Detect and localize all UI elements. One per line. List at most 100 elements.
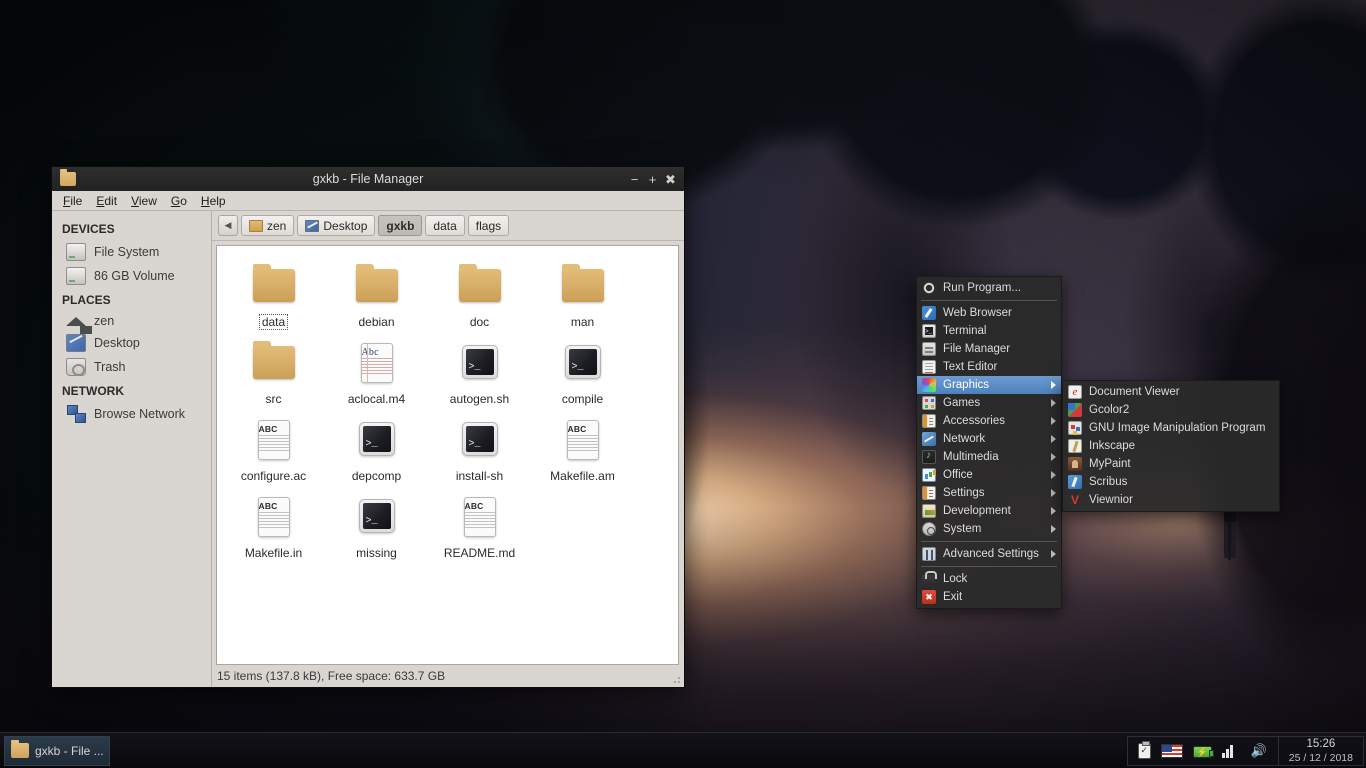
sidebar-item-label: File System: [94, 245, 160, 259]
menu-item-accessories[interactable]: Accessories: [917, 412, 1061, 430]
script-file-icon: [358, 422, 395, 456]
sidebar-item-trash[interactable]: Trash: [52, 355, 211, 379]
menu-go[interactable]: Go: [164, 192, 194, 210]
file-item[interactable]: autogen.sh: [428, 335, 531, 406]
menu-view[interactable]: View: [124, 192, 164, 210]
file-item[interactable]: ABC README.md: [428, 489, 531, 560]
submenu-item-viewnior[interactable]: Viewnior: [1063, 491, 1279, 509]
file-item[interactable]: depcomp: [325, 412, 428, 483]
resize-grip[interactable]: [671, 674, 681, 684]
submenu-item-scribus[interactable]: Scribus: [1063, 473, 1279, 491]
breadcrumb-flags[interactable]: flags: [467, 215, 510, 236]
close-button[interactable]: ✖: [665, 173, 676, 186]
submenu-item-document-viewer[interactable]: Document Viewer: [1063, 383, 1279, 401]
volume-icon[interactable]: [1250, 742, 1268, 760]
window-controls[interactable]: − + ✖: [629, 173, 680, 186]
submenu-item-inkscape[interactable]: Inkscape: [1063, 437, 1279, 455]
sidebar-item-volume[interactable]: 86 GB Volume: [52, 264, 211, 288]
breadcrumb-zen[interactable]: zen: [241, 215, 295, 236]
back-arrow-icon[interactable]: ◀: [218, 215, 238, 236]
sidebar-item-desktop[interactable]: Desktop: [52, 331, 211, 355]
file-icon: [456, 416, 504, 464]
submenu-item-gcolor2[interactable]: Gcolor2: [1063, 401, 1279, 419]
menu-item-network[interactable]: Network: [917, 430, 1061, 448]
clock[interactable]: 15:26 25 / 12 / 2018: [1277, 736, 1363, 765]
file-item[interactable]: install-sh: [428, 412, 531, 483]
settings-icon: [922, 486, 936, 500]
menu-item-development[interactable]: Development: [917, 502, 1061, 520]
chevron-right-icon: [1051, 507, 1056, 515]
submenu-item-gnu-image-manipulation-program[interactable]: GNU Image Manipulation Program: [1063, 419, 1279, 437]
menu-help[interactable]: Help: [194, 192, 233, 210]
menu-item-web-browser[interactable]: Web Browser: [917, 304, 1061, 322]
menu-item-games[interactable]: Games: [917, 394, 1061, 412]
chevron-right-icon: [1051, 381, 1056, 389]
menu-item-file-manager[interactable]: File Manager: [917, 340, 1061, 358]
menu-item-graphics[interactable]: Graphics: [917, 376, 1061, 394]
document-lines: [258, 435, 289, 451]
file-item[interactable]: Abc aclocal.m4: [325, 335, 428, 406]
menu-item-exit[interactable]: Exit: [917, 588, 1061, 606]
file-icon-view[interactable]: data debian doc man src Abc aclocal.m4 autogen.…: [216, 245, 679, 665]
menubar[interactable]: File Edit View Go Help: [52, 191, 684, 211]
tray-icons[interactable]: [1128, 740, 1278, 760]
menu-item-multimedia[interactable]: Multimedia: [917, 448, 1061, 466]
sidebar[interactable]: DEVICES File System 86 GB Volume PLACES …: [52, 211, 212, 687]
file-item[interactable]: data: [222, 258, 325, 330]
file-item[interactable]: debian: [325, 258, 428, 329]
file-item[interactable]: ABC configure.ac: [222, 412, 325, 483]
breadcrumb[interactable]: ◀ zen Desktop gxkb data flags: [212, 211, 684, 241]
graphics-submenu[interactable]: Document Viewer Gcolor2 GNU Image Manipula…: [1062, 380, 1280, 512]
gear-icon: [922, 281, 936, 295]
file-label: debian: [358, 315, 395, 329]
file-item[interactable]: man: [531, 258, 634, 329]
file-item[interactable]: ABC Makefile.in: [222, 489, 325, 560]
file-icon: [250, 262, 298, 310]
multimedia-icon: [922, 450, 936, 464]
script-file-icon: [461, 422, 498, 456]
menu-item-office[interactable]: Office: [917, 466, 1061, 484]
breadcrumb-desktop[interactable]: Desktop: [297, 215, 376, 236]
taskbar[interactable]: gxkb - File ... 15:26 25 / 12 / 2018: [0, 732, 1366, 768]
file-item[interactable]: ABC Makefile.am: [531, 412, 634, 483]
desktop-root-menu[interactable]: Run Program... Web Browser Terminal File Ma…: [916, 276, 1062, 609]
file-manager-window[interactable]: gxkb - File Manager − + ✖ File Edit View…: [51, 166, 685, 688]
file-icon: [559, 339, 607, 387]
submenu-item-label: Scribus: [1089, 476, 1128, 488]
menu-item-lock[interactable]: Lock: [917, 570, 1061, 588]
maximize-button[interactable]: +: [647, 173, 658, 186]
file-item[interactable]: missing: [325, 489, 428, 560]
keyboard-layout-flag-icon[interactable]: [1160, 743, 1183, 758]
file-item[interactable]: doc: [428, 258, 531, 329]
window-titlebar[interactable]: gxkb - File Manager − + ✖: [52, 167, 684, 191]
menu-item-label: Office: [943, 469, 973, 481]
document-viewer-icon: [1068, 385, 1082, 399]
taskbar-window-button[interactable]: gxkb - File ...: [4, 735, 110, 766]
file-item[interactable]: src: [222, 335, 325, 406]
file-item[interactable]: compile: [531, 335, 634, 406]
breadcrumb-data[interactable]: data: [425, 215, 465, 236]
submenu-item-mypaint[interactable]: MyPaint: [1063, 455, 1279, 473]
signal-strength-icon[interactable]: [1221, 744, 1240, 758]
script-file-icon: [461, 345, 498, 379]
menu-item-text-editor[interactable]: Text Editor: [917, 358, 1061, 376]
menu-item-system[interactable]: System: [917, 520, 1061, 538]
menu-item-terminal[interactable]: Terminal: [917, 322, 1061, 340]
menu-item-settings[interactable]: Settings: [917, 484, 1061, 502]
system-tray[interactable]: 15:26 25 / 12 / 2018: [1126, 735, 1364, 766]
menu-file-label: ile: [70, 193, 83, 208]
menu-separator: [921, 566, 1057, 567]
menu-item-advanced-settings[interactable]: Advanced Settings: [917, 545, 1061, 563]
sidebar-item-zen[interactable]: zen: [52, 311, 211, 334]
sidebar-item-file-system[interactable]: File System: [52, 240, 211, 264]
breadcrumb-gxkb[interactable]: gxkb: [378, 215, 423, 236]
menu-item-run-program[interactable]: Run Program...: [917, 279, 1061, 297]
menu-edit[interactable]: Edit: [89, 192, 124, 210]
clipboard-icon[interactable]: [1137, 740, 1151, 759]
menu-item-label: Settings: [943, 487, 985, 499]
menu-file[interactable]: File: [56, 192, 89, 210]
menu-item-label: Multimedia: [943, 451, 999, 463]
minimize-button[interactable]: −: [629, 173, 640, 186]
battery-icon[interactable]: [1192, 746, 1214, 758]
sidebar-item-browse-network[interactable]: Browse Network: [52, 402, 211, 426]
